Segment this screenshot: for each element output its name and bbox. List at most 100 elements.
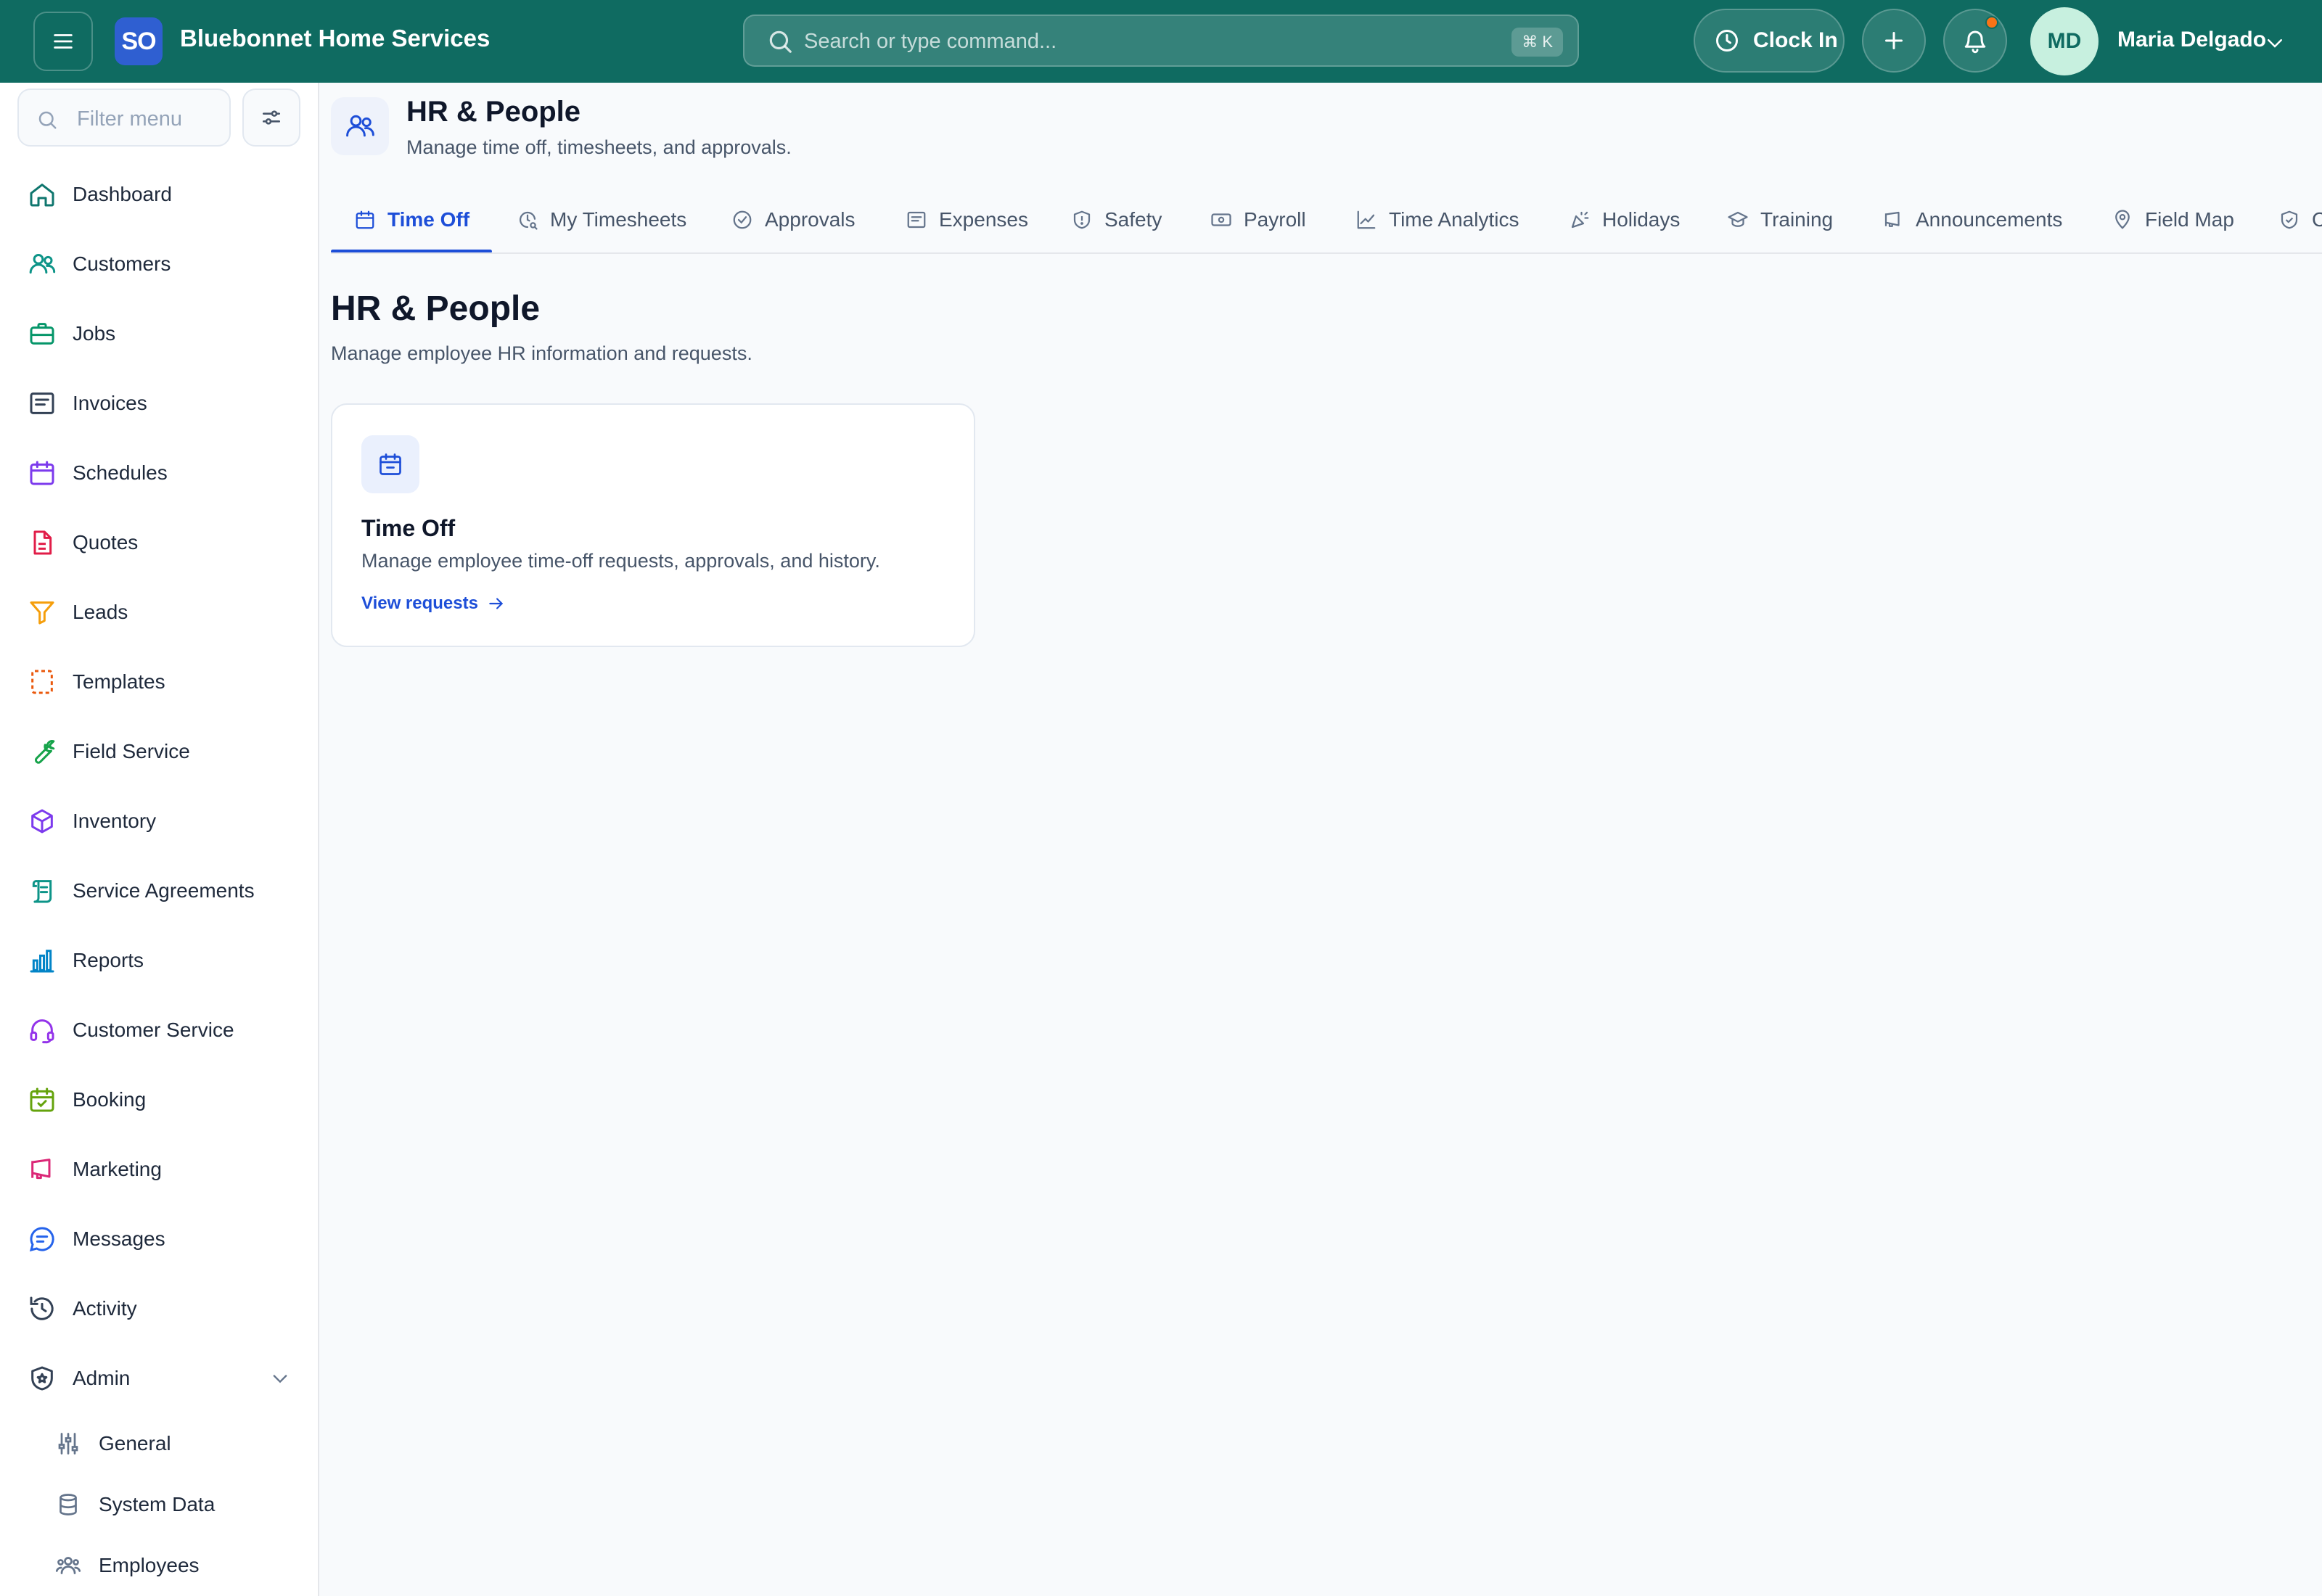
chevron-down-icon[interactable] <box>270 1368 290 1389</box>
tab-label: Time Analytics <box>1389 208 1519 231</box>
sidebar-item-customers[interactable]: Customers <box>0 235 319 293</box>
brand-name[interactable]: Bluebonnet Home Services <box>180 25 490 52</box>
sidebar-item-label: Admin <box>73 1367 131 1389</box>
tab-announcements[interactable]: Announcements <box>1882 187 2062 252</box>
search-placeholder[interactable]: Search or type command... <box>804 30 1057 54</box>
user-avatar[interactable]: MD <box>2030 7 2099 75</box>
graduation-cap-icon <box>1728 211 1748 227</box>
sidebar-item-activity[interactable]: Activity <box>0 1280 319 1338</box>
tab-label: Field Map <box>2145 208 2234 231</box>
sidebar-subitem-label: System Data <box>99 1493 216 1515</box>
filter-menu-input[interactable]: Filter menu <box>17 89 231 147</box>
box-icon <box>31 809 53 834</box>
hamburger-menu-button[interactable] <box>33 12 93 71</box>
banknote-icon <box>1211 213 1231 226</box>
chevron-down-icon[interactable] <box>2264 32 2286 54</box>
menu-settings-button[interactable] <box>242 89 300 147</box>
sidebar-item-reports[interactable]: Reports <box>0 931 319 990</box>
sidebar-item-field-service[interactable]: Field Service <box>0 723 319 781</box>
tab-expenses[interactable]: Expenses <box>906 187 1028 252</box>
sidebar-item-invoices[interactable]: Invoices <box>0 374 319 432</box>
calendar-icon <box>356 210 374 229</box>
tab-training[interactable]: Training <box>1727 187 1833 252</box>
plus-icon <box>1885 32 1903 49</box>
tab-safety[interactable]: Safety <box>1071 187 1162 252</box>
command-search[interactable]: Search or type command... ⌘ K <box>743 15 1579 67</box>
tab-field-map[interactable]: Field Map <box>2112 187 2234 252</box>
sidebar-item-leads[interactable]: Leads <box>0 583 319 641</box>
tab-payroll[interactable]: Payroll <box>1210 187 1306 252</box>
history-icon <box>30 1296 54 1320</box>
quick-add-button[interactable] <box>1862 9 1926 73</box>
users-icon <box>346 115 374 137</box>
sidebar-item-label: Activity <box>73 1297 137 1320</box>
sidebar-item-customer-service[interactable]: Customer Service <box>0 1001 319 1059</box>
sidebar-item-jobs[interactable]: Jobs <box>0 305 319 363</box>
sidebar-item-schedules[interactable]: Schedules <box>0 444 319 502</box>
sidebar-item-label: Reports <box>73 949 144 971</box>
sidebar-subitem-label: General <box>99 1432 171 1455</box>
sidebar-item-dashboard[interactable]: Dashboard <box>0 165 319 223</box>
tab-compliance[interactable]: C <box>2278 187 2322 252</box>
app-logo[interactable]: SO <box>115 17 163 65</box>
filter-placeholder: Filter menu <box>77 107 183 131</box>
sidebar-item-admin[interactable]: Admin <box>0 1349 319 1407</box>
clock-in-button[interactable]: Clock In <box>1694 9 1845 73</box>
sidebar-item-label: Service Agreements <box>73 879 255 902</box>
users-icon <box>29 254 56 274</box>
search-icon <box>769 30 792 53</box>
sidebar-subitem-label: Employees <box>99 1554 200 1576</box>
sidebar-item-label: Customer Service <box>73 1019 234 1041</box>
user-name[interactable]: Maria Delgado <box>2117 28 2266 52</box>
section-subtitle: Manage employee HR information and reque… <box>331 342 752 364</box>
sidebar-subitem-employees[interactable]: Employees <box>0 1538 319 1593</box>
sidebar-item-marketing[interactable]: Marketing <box>0 1140 319 1198</box>
tab-holidays[interactable]: Holidays <box>1569 187 1680 252</box>
notifications-button[interactable] <box>1943 9 2007 73</box>
card-description: Manage employee time-off requests, appro… <box>361 550 880 572</box>
sliders-horizontal-icon <box>263 110 280 125</box>
tab-label: Time Off <box>387 208 470 231</box>
briefcase-icon <box>30 323 54 345</box>
tab-time-analytics[interactable]: Time Analytics <box>1355 187 1519 252</box>
shortcut-badge: ⌘ K <box>1511 28 1563 57</box>
sidebar-item-quotes[interactable]: Quotes <box>0 514 319 572</box>
sidebar-subitem-general[interactable]: General <box>0 1416 319 1471</box>
sidebar-item-templates[interactable]: Templates <box>0 653 319 711</box>
chat-icon <box>29 1227 54 1252</box>
section-title: HR & People <box>331 289 541 328</box>
tab-approvals[interactable]: Approvals <box>731 187 856 252</box>
card-title: Time Off <box>361 515 456 541</box>
sidebar-item-booking[interactable]: Booking <box>0 1071 319 1129</box>
sidebar-item-label: Templates <box>73 670 165 693</box>
shield-star-icon <box>31 1366 53 1391</box>
tab-label: Payroll <box>1244 208 1306 231</box>
sidebar-item-label: Jobs <box>73 322 116 345</box>
view-requests-link[interactable]: View requests <box>361 593 506 614</box>
sidebar-item-inventory[interactable]: Inventory <box>0 792 319 850</box>
tab-label: Approvals <box>765 208 856 231</box>
tab-label: Expenses <box>939 208 1028 231</box>
line-chart-icon <box>1357 210 1376 229</box>
sidebar-item-messages[interactable]: Messages <box>0 1210 319 1268</box>
clock-in-label: Clock In <box>1753 28 1838 52</box>
page-header-icon <box>331 97 389 155</box>
tab-label: Holidays <box>1602 208 1681 231</box>
clock-icon <box>1716 30 1738 52</box>
sidebar: Filter menu Dashboard Customers Jobs Inv… <box>0 83 319 1596</box>
bar-chart-icon <box>30 950 54 973</box>
sidebar-item-label: Dashboard <box>73 183 172 205</box>
tab-time-off[interactable]: Time Off <box>354 187 469 252</box>
notification-dot <box>1985 16 1998 29</box>
megaphone-icon <box>31 1159 51 1180</box>
sidebar-subitem-system-data[interactable]: System Data <box>0 1477 319 1532</box>
time-off-card[interactable]: Time Off Manage employee time-off reques… <box>331 403 975 647</box>
tab-my-timesheets[interactable]: My Timesheets <box>517 187 686 252</box>
sidebar-item-label: Invoices <box>73 392 147 414</box>
funnel-icon <box>30 601 54 625</box>
top-bar: SO Bluebonnet Home Services Search or ty… <box>0 0 2322 83</box>
sidebar-item-label: Quotes <box>73 531 139 554</box>
sidebar-item-label: Messages <box>73 1227 165 1250</box>
template-icon <box>31 670 53 694</box>
sidebar-item-service-agreements[interactable]: Service Agreements <box>0 862 319 920</box>
